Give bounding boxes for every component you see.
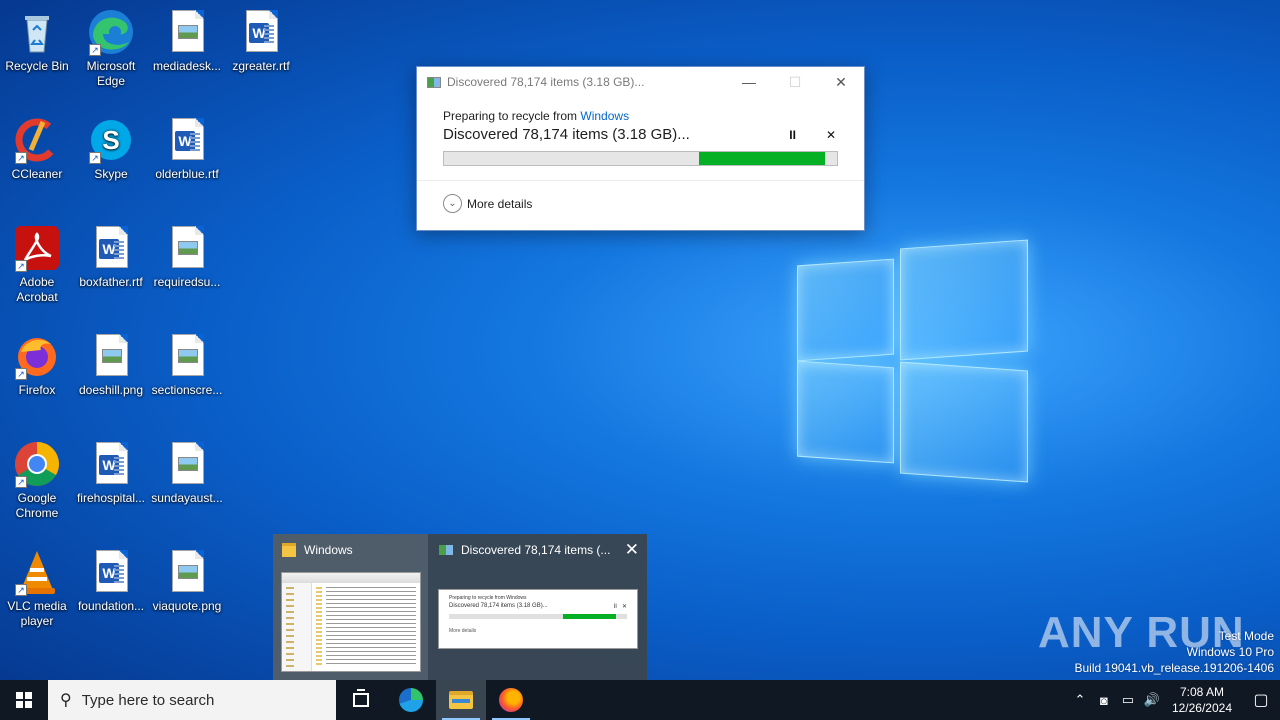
chevron-down-icon: ⌄ [443,194,462,213]
pause-button[interactable]: II [789,128,796,142]
cancel-operation-button[interactable]: ✕ [826,128,836,142]
taskbar-file-explorer-button[interactable] [436,680,486,720]
edge-icon [399,688,423,712]
dialog-titlebar[interactable]: Discovered 78,174 items (3.18 GB)... — ☐… [417,67,864,97]
chevron-up-icon[interactable]: ⌃ [1068,692,1092,708]
taskbar-clock[interactable]: 7:08 AM 12/26/2024 [1172,684,1232,716]
image-file-icon [163,548,211,596]
edge-icon: ↗ [87,8,135,56]
word-document-icon: W [87,548,135,596]
volume-icon[interactable]: 🔊 [1140,692,1164,708]
image-file-icon [163,224,211,272]
desktop-icon-microsoft-edge[interactable]: ↗ Microsoft Edge [74,8,148,89]
dialog-title: Discovered 78,174 items (3.18 GB)... [447,75,645,89]
ccleaner-icon: ↗ [13,116,61,164]
minimize-button[interactable]: — [726,67,772,97]
more-details-toggle[interactable]: ⌄ More details [417,181,864,226]
desktop-icon-sectionscre[interactable]: sectionscre... [150,332,224,398]
taskbar-search-box[interactable]: ⚲ Type here to search [48,680,336,720]
operation-status-text: Discovered 78,174 items (3.18 GB)... [443,126,690,143]
folder-icon [282,543,296,557]
search-icon: ⚲ [60,692,72,709]
progress-bar-fill [699,152,826,165]
acrobat-icon: ↗ [13,224,61,272]
chrome-icon: ↗ [13,440,61,488]
desktop-icon-zgreater[interactable]: W zgreater.rtf [224,8,298,74]
image-file-icon [163,440,211,488]
desktop-icon-skype[interactable]: S ↗ Skype [74,116,148,182]
system-tray: ⌃ ◙ ▭ 🔊 7:08 AM 12/26/2024 ▢ [1068,680,1280,720]
recycle-progress-dialog: Discovered 78,174 items (3.18 GB)... — ☐… [416,66,865,231]
task-view-icon [353,689,369,707]
desktop-icon-viaquote[interactable]: viaquote.png [150,548,224,614]
thumbnail-close-button[interactable]: ✕ [625,540,639,560]
desktop-icon-ccleaner[interactable]: ↗ CCleaner [0,116,74,182]
recycle-bin-icon [13,8,61,56]
source-folder-link[interactable]: Windows [580,109,629,123]
image-file-icon [163,332,211,380]
explorer-thumbnail-preview [281,572,421,672]
desktop-icon-adobe-acrobat[interactable]: ↗ Adobe Acrobat [0,224,74,305]
desktop-icon-requiredsu[interactable]: requiredsu... [150,224,224,290]
notification-icon: ▢ [1253,692,1269,709]
close-button[interactable]: ✕ [818,67,864,97]
desktop-icon-foundation[interactable]: W foundation... [74,548,148,614]
windows-wallpaper-logo [760,220,1060,500]
word-document-icon: W [237,8,285,56]
desktop-icon-doeshill[interactable]: doeshill.png [74,332,148,398]
desktop-icon-boxfather[interactable]: W boxfather.rtf [74,224,148,290]
desktop-icon-recycle-bin[interactable]: Recycle Bin [0,8,74,74]
search-placeholder: Type here to search [81,691,215,709]
firefox-icon: ↗ [13,332,61,380]
file-operation-icon [439,545,453,555]
firefox-icon [499,688,523,712]
windows-test-mode-watermark: Test Mode Windows 10 Pro Build 19041.vb_… [1074,629,1275,675]
desktop-icon-mediadesk[interactable]: mediadesk... [150,8,224,74]
task-view-button[interactable] [336,680,386,720]
taskbar: ⚲ Type here to search ⌃ ◙ ▭ 🔊 7:08 AM 12… [0,680,1280,720]
windows-start-icon [16,692,32,708]
file-operation-icon [427,76,441,88]
progress-bar [443,151,838,166]
desktop-icon-olderblue[interactable]: W olderblue.rtf [150,116,224,182]
word-document-icon: W [163,116,211,164]
image-file-icon [163,8,211,56]
desktop-icon-firehospital[interactable]: W firehospital... [74,440,148,506]
maximize-button: ☐ [788,73,802,90]
taskbar-thumbnail-popup: Windows Discovered 78,174 items (... ✕ P… [273,534,647,680]
word-document-icon: W [87,440,135,488]
dialog-thumbnail-preview: Preparing to recycle from Windows Discov… [438,589,638,649]
start-button[interactable] [0,680,48,720]
desktop-icon-sundayaust[interactable]: sundayaust... [150,440,224,506]
desktop-icon-google-chrome[interactable]: ↗ Google Chrome [0,440,74,521]
operation-source-line: Preparing to recycle from Windows [443,109,630,123]
thumbnail-explorer-window[interactable]: Windows [273,534,428,680]
file-explorer-icon [449,691,473,709]
svg-text:S: S [102,125,119,155]
thumbnail-progress-dialog[interactable]: Discovered 78,174 items (... ✕ Preparing… [430,534,647,680]
image-file-icon [87,332,135,380]
taskbar-firefox-button[interactable] [486,680,536,720]
desktop-icon-vlc[interactable]: ↗ VLC media player [0,548,74,629]
desktop-icon-firefox[interactable]: ↗ Firefox [0,332,74,398]
action-center-button[interactable]: ▢ [1242,680,1280,720]
vlc-icon: ↗ [13,548,61,596]
taskbar-edge-button[interactable] [386,680,436,720]
network-icon[interactable]: ▭ [1116,692,1140,708]
camera-icon[interactable]: ◙ [1092,693,1116,708]
word-document-icon: W [87,224,135,272]
skype-icon: S ↗ [87,116,135,164]
